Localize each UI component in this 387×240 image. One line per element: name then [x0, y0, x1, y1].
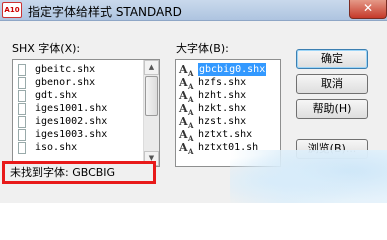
font-icon: AA	[179, 89, 194, 104]
cancel-button[interactable]: 取消	[296, 74, 368, 94]
status-message: 未找到字体: GBCBIG	[2, 161, 156, 184]
style-font-dialog: A10 指定字体给样式 STANDARD ✕ SHX 字体(X): gbeitc…	[0, 0, 387, 203]
list-item-label: iges1003.shx	[35, 129, 108, 140]
list-item[interactable]: iges1002.shx	[13, 115, 159, 128]
list-item-label: iso.shx	[35, 142, 78, 153]
list-item-label: gbcbig0.shx	[198, 63, 267, 76]
list-item-label: gbenor.shx	[35, 77, 96, 88]
file-icon	[17, 64, 27, 76]
list-item-label: hzkt.shx	[198, 103, 247, 114]
bigfont-label: 大字体(B):	[176, 42, 229, 55]
list-item-label: iges1001.shx	[35, 103, 108, 114]
font-icon: AA	[179, 63, 194, 78]
list-item[interactable]: A A hzst.shx	[176, 115, 280, 130]
list-item-label: iges1002.shx	[35, 116, 108, 127]
redacted-blur	[230, 150, 387, 203]
font-icon: AA	[179, 102, 194, 117]
list-item-label: hzfs.shx	[198, 77, 247, 88]
file-icon	[17, 103, 27, 115]
list-item[interactable]: A A hzkt.shx	[176, 102, 280, 117]
window-title: 指定字体给样式 STANDARD	[28, 5, 182, 19]
dialog-body: SHX 字体(X): gbeitc.shx gbenor.shx gdt.shx ig…	[0, 21, 387, 203]
list-item[interactable]: A A hzht.shx	[176, 89, 280, 104]
list-item[interactable]: A A hzfs.shx	[176, 76, 280, 91]
list-item[interactable]: gbenor.shx	[13, 76, 159, 89]
shx-font-list[interactable]: gbeitc.shx gbenor.shx gdt.shx iges1001.shx i…	[12, 59, 160, 167]
list-item[interactable]: iges1003.shx	[13, 128, 159, 141]
ok-button[interactable]: 确定	[296, 49, 368, 69]
list-item-label: hzht.shx	[198, 90, 247, 101]
close-button[interactable]: ✕	[349, 0, 387, 19]
shx-list-scrollbar[interactable]: ▲ ▼	[143, 60, 159, 166]
file-icon	[17, 142, 27, 154]
file-icon	[17, 90, 27, 102]
list-item[interactable]: gbeitc.shx	[13, 63, 159, 76]
help-button[interactable]: 帮助(H)	[296, 99, 368, 119]
font-icon: AA	[179, 76, 194, 91]
list-item[interactable]: iges1001.shx	[13, 102, 159, 115]
file-icon	[17, 129, 27, 141]
app-icon: A10	[2, 2, 22, 18]
list-item[interactable]: iso.shx	[13, 141, 159, 154]
shx-font-label: SHX 字体(X):	[12, 42, 81, 55]
font-icon: AA	[179, 141, 194, 156]
scroll-thumb[interactable]	[145, 76, 158, 116]
scroll-up-arrow-icon[interactable]: ▲	[144, 60, 159, 75]
title-bar[interactable]: A10 指定字体给样式 STANDARD ✕	[0, 0, 387, 21]
list-item[interactable]: A A hztxt.shx	[176, 128, 280, 143]
list-item-label: hzst.shx	[198, 116, 247, 127]
file-icon	[17, 116, 27, 128]
list-item[interactable]: A A gbcbig0.shx	[176, 63, 280, 78]
list-item-label: hztxt.shx	[198, 129, 253, 140]
list-item[interactable]: gdt.shx	[13, 89, 159, 102]
font-icon: AA	[179, 128, 194, 143]
list-item-label: gdt.shx	[35, 90, 78, 101]
font-icon: AA	[179, 115, 194, 130]
font-not-found-text: 未找到字体: GBCBIG	[10, 166, 116, 179]
list-item-label: gbeitc.shx	[35, 64, 96, 75]
file-icon	[17, 77, 27, 89]
